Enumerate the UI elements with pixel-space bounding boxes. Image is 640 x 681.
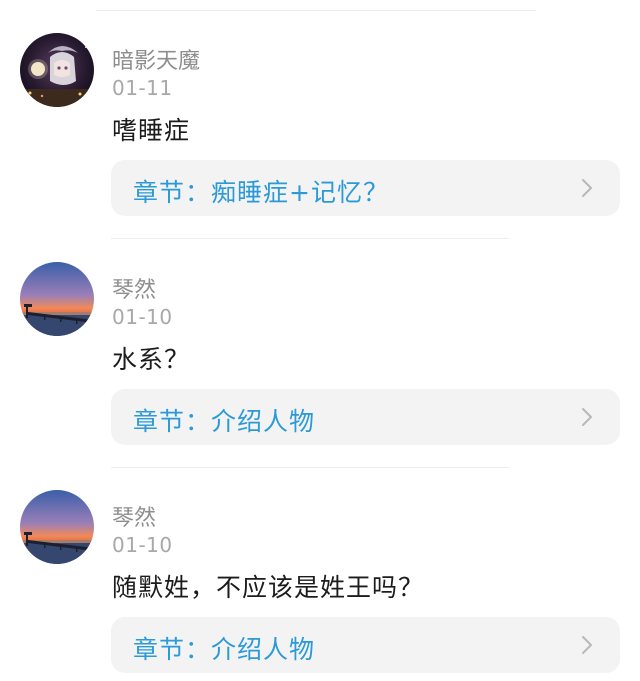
sunset-pier-avatar-icon [20,262,94,336]
avatar[interactable] [20,262,94,336]
comment-divider [111,467,509,468]
username[interactable]: 琴然 [112,500,156,532]
chapter-link-card[interactable]: 章节：介绍人物 [111,389,620,445]
top-divider [96,10,536,11]
chapter-link-text: 章节：痴睡症+记忆？ [133,178,389,207]
chapter-link-text: 章节：介绍人物 [133,635,316,664]
avatar[interactable] [20,490,94,564]
username[interactable]: 琴然 [112,272,156,304]
chevron-right-icon [582,408,592,426]
comment-content: 嗜睡症 [112,116,191,145]
comment-content: 随默姓，不应该是姓王吗？ [112,573,425,602]
comment-date: 01-10 [112,533,173,557]
comment-date: 01-10 [112,305,173,329]
avatar[interactable] [20,33,94,107]
chevron-right-icon [582,636,592,654]
sunset-pier-avatar-icon [20,490,94,564]
chapter-link-card[interactable]: 章节：介绍人物 [111,617,620,673]
comment-date: 01-11 [112,76,173,100]
anime-character-avatar-icon [20,33,94,107]
chapter-link-text: 章节：介绍人物 [133,407,316,436]
comment-content: 水系？ [112,345,191,374]
chevron-right-icon [582,179,592,197]
comment-divider [111,238,509,239]
chapter-link-card[interactable]: 章节：痴睡症+记忆？ [111,160,620,216]
username[interactable]: 暗影天魔 [112,43,200,75]
